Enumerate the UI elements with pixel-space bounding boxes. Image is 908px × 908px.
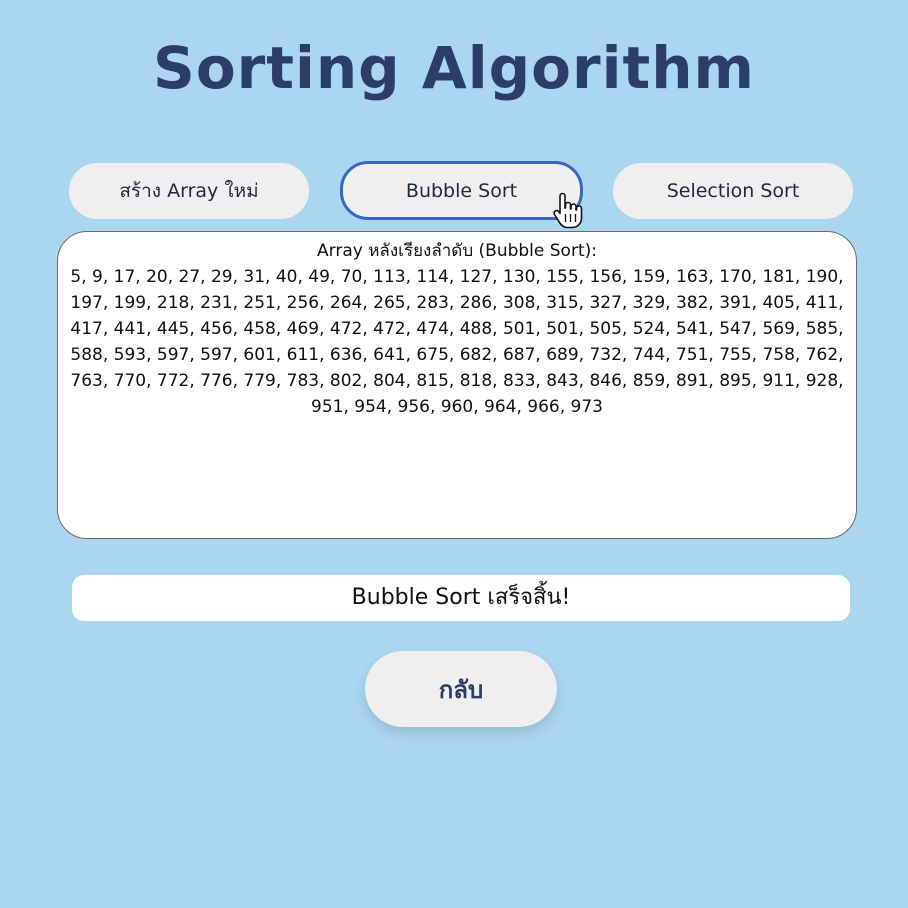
- sorted-array-output: Array หลังเรียงลำดับ (Bubble Sort): 5, 9…: [57, 231, 857, 539]
- output-heading: Array หลังเรียงลำดับ (Bubble Sort):: [317, 241, 597, 261]
- create-array-button[interactable]: สร้าง Array ใหม่: [69, 163, 309, 219]
- back-button[interactable]: กลับ: [365, 651, 557, 727]
- page-title: Sorting Algorithm: [153, 34, 755, 102]
- hand-pointer-icon: [553, 192, 583, 229]
- sorted-values: 5, 9, 17, 20, 27, 29, 31, 40, 49, 70, 11…: [70, 267, 844, 417]
- status-message: Bubble Sort เสร็จสิ้น!: [72, 575, 850, 621]
- selection-sort-button[interactable]: Selection Sort: [613, 163, 853, 219]
- bubble-sort-button[interactable]: Bubble Sort: [340, 161, 583, 220]
